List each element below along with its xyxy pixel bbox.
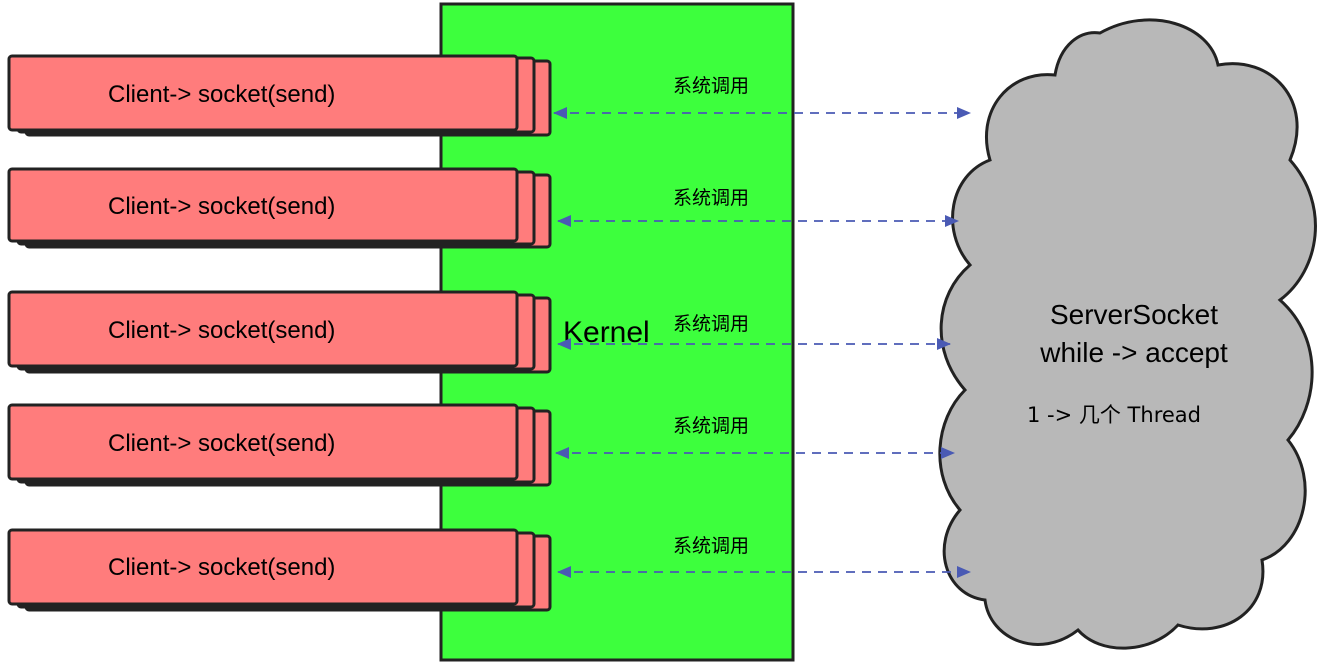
client-stack-1: Client-> socket(send) [7, 54, 552, 137]
client-label: Client-> socket(send) [108, 81, 335, 108]
server-line-1: ServerSocket [1050, 299, 1218, 330]
client-stack-3: Client-> socket(send) [7, 290, 552, 374]
server-line-2: while -> accept [1039, 337, 1228, 368]
client-label: Client-> socket(send) [108, 317, 335, 344]
server-cloud: ServerSocket while -> accept 1 -> 几个 Thr… [938, 18, 1317, 650]
syscall-label: 系统调用 [673, 75, 749, 97]
client-stack-2: Client-> socket(send) [7, 167, 552, 249]
syscall-label: 系统调用 [673, 187, 749, 209]
syscall-label: 系统调用 [673, 415, 749, 437]
diagram: Kernel Client-> socket(send) Client-> so… [7, 2, 1317, 662]
client-stack-4: Client-> socket(send) [7, 403, 552, 487]
thread-note: 1 -> 几个 Thread [1027, 403, 1201, 427]
syscall-label: 系统调用 [673, 535, 749, 557]
client-label: Client-> socket(send) [108, 430, 335, 457]
client-label: Client-> socket(send) [108, 193, 335, 220]
client-label: Client-> socket(send) [108, 554, 335, 581]
syscall-label: 系统调用 [673, 313, 749, 335]
client-stack-5: Client-> socket(send) [7, 528, 552, 612]
